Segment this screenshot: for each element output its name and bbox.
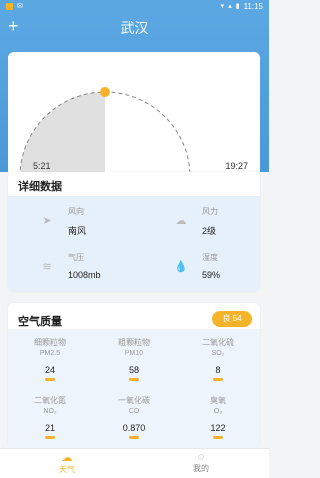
battery-icon: ▮	[235, 3, 240, 10]
detail-label: 湿度	[202, 253, 218, 262]
status-bar: ✉ ▾ ▴ ▮ 11:15	[0, 0, 269, 12]
aq-item-pm25: 细颗粒物 PM2.5 24	[8, 337, 92, 381]
aq-level-bar	[129, 436, 139, 439]
aq-level-bar	[45, 378, 55, 381]
detail-label: 风向	[68, 207, 84, 216]
detail-title: 详细数据	[18, 181, 62, 193]
aq-value: 0.870	[122, 423, 146, 433]
aq-code: PM2.5	[39, 350, 61, 357]
detail-item-wind-direction: ➤ 风向 南风	[40, 206, 160, 246]
aq-value: 21	[44, 423, 55, 433]
aq-value: 122	[210, 423, 226, 433]
aq-item-so2: 二氧化硫 SO₂ 8	[176, 337, 260, 381]
air-quality-body: 细颗粒物 PM2.5 24 粗颗粒物 PM10 58 二氧化硫 SO₂ 8 二氧…	[8, 329, 260, 448]
aq-item-co: 一氧化碳 CO 0.870	[92, 395, 176, 439]
aq-code: SO₂	[211, 350, 225, 357]
aq-name: 细颗粒物	[34, 338, 66, 347]
detail-value: 南风	[68, 226, 87, 236]
aq-code: CO	[128, 408, 140, 415]
detail-item-wind-power: ☁ 风力 2级	[174, 206, 294, 246]
pressure-icon: ≋	[42, 261, 52, 273]
detail-value: 2级	[202, 226, 217, 236]
aq-value: 58	[128, 365, 139, 375]
aq-name: 粗颗粒物	[118, 338, 150, 347]
aq-name: 臭氧	[210, 396, 226, 405]
air-quality-card: 空气质量 良 54 细颗粒物 PM2.5 24 粗颗粒物 PM10 58 二氧化…	[8, 303, 260, 448]
detail-card: 详细数据 ➤ 风向 南风 ☁ 风力 2级 ≋ 气压 1008mb 💧 湿度 59…	[8, 172, 260, 292]
aq-level-bar	[213, 436, 223, 439]
tab-weather[interactable]: ☁ 天气	[0, 449, 134, 478]
wifi-icon: ▾	[220, 3, 225, 10]
tab-label: 我的	[193, 464, 209, 473]
profile-icon: ◌	[197, 451, 205, 463]
wind-power-icon: ☁	[175, 215, 187, 227]
bottom-tab-bar: ☁ 天气 ◌ 我的	[0, 448, 269, 478]
aq-item-pm10: 粗颗粒物 PM10 58	[92, 337, 176, 381]
detail-label: 风力	[202, 207, 218, 216]
weather-icon: ☁	[61, 452, 73, 464]
sun-arc-diagram	[19, 87, 191, 177]
humidity-icon: 💧	[174, 261, 188, 273]
signal-icon: ▴	[228, 3, 232, 10]
aq-code: O₃	[213, 408, 223, 415]
aq-level-bar	[45, 436, 55, 439]
status-time: 11:15	[243, 1, 263, 11]
aq-item-o3: 臭氧 O₃ 122	[176, 395, 260, 439]
detail-body: ➤ 风向 南风 ☁ 风力 2级 ≋ 气压 1008mb 💧 湿度 59%	[8, 196, 260, 292]
aq-value: 24	[44, 365, 55, 375]
tab-label: 天气	[59, 465, 75, 474]
tab-profile[interactable]: ◌ 我的	[134, 449, 268, 478]
detail-item-humidity: 💧 湿度 59%	[174, 252, 294, 292]
city-title: 武汉	[120, 20, 149, 36]
sun-position-icon	[100, 87, 110, 97]
aqi-badge: 良 54	[212, 311, 252, 327]
notification-icon	[6, 2, 13, 10]
notification-icon: ✉	[17, 3, 23, 10]
sunrise-time: 5:21	[33, 161, 51, 171]
detail-label: 气压	[68, 253, 84, 262]
aq-code: NO₂	[43, 408, 57, 415]
detail-item-pressure: ≋ 气压 1008mb	[40, 252, 160, 292]
aq-name: 二氧化硫	[202, 338, 234, 347]
wind-direction-icon: ➤	[42, 215, 52, 227]
aq-name: 一氧化碳	[118, 396, 150, 405]
aq-code: PM10	[124, 350, 144, 357]
air-quality-title: 空气质量	[18, 316, 62, 328]
detail-value: 59%	[202, 270, 221, 280]
aq-value: 8	[215, 365, 221, 375]
aq-item-no2: 二氧化氮 NO₂ 21	[8, 395, 92, 439]
aq-level-bar	[129, 378, 139, 381]
aq-name: 二氧化氮	[34, 396, 66, 405]
aq-level-bar	[213, 378, 223, 381]
sun-arc-card: 5:21 19:27	[8, 52, 260, 177]
sunset-time: 19:27	[225, 161, 248, 171]
detail-value: 1008mb	[68, 270, 101, 280]
weather-header: + 武汉 5:21 19:27	[0, 12, 269, 177]
